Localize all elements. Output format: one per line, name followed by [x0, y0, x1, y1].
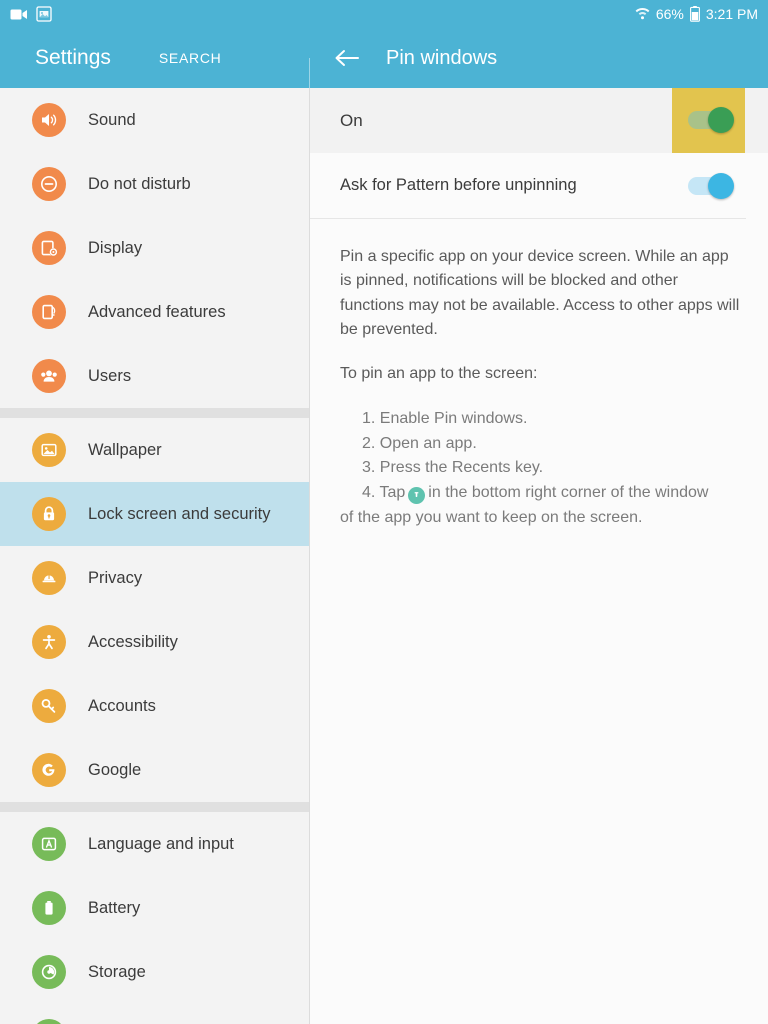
sidebar-group-1: Sound Do not disturb Display Advanced fe…: [0, 88, 309, 408]
sidebar-item-wallpaper[interactable]: Wallpaper: [0, 418, 309, 482]
sidebar-item-label: Display: [88, 238, 143, 257]
app-bar-left: Settings SEARCH: [0, 28, 310, 88]
step-item-four: 4. Tap in the bottom right corner of the …: [362, 481, 744, 506]
video-recorder-icon: [10, 8, 28, 21]
ask-for-pattern-toggle[interactable]: [688, 173, 734, 199]
sidebar-item-label: Do not disturb: [88, 174, 191, 193]
sidebar-item-label: Storage: [88, 962, 146, 981]
clock-label: 3:21 PM: [705, 6, 758, 22]
status-bar: 66% 3:21 PM: [0, 0, 768, 28]
language-icon: [32, 827, 66, 861]
sidebar-item-language-and-input[interactable]: Language and input: [0, 812, 309, 876]
display-icon: [32, 231, 66, 265]
pin-windows-detail-pane: On Ask for Pattern before unpinning Pin …: [310, 88, 768, 1024]
search-button[interactable]: SEARCH: [159, 50, 222, 66]
ask-for-pattern-row[interactable]: Ask for Pattern before unpinning: [310, 153, 746, 219]
master-switch-toggle-wrap[interactable]: [688, 107, 734, 133]
sidebar-item-label: Language and input: [88, 834, 234, 853]
sidebar-item-label: Google: [88, 760, 142, 779]
status-bar-right: 66% 3:21 PM: [635, 6, 758, 22]
pin-windows-master-switch-row[interactable]: On: [310, 88, 768, 153]
sidebar-item-privacy[interactable]: Privacy: [0, 546, 309, 610]
ask-for-pattern-toggle-wrap[interactable]: [688, 173, 734, 199]
toggle-knob: [708, 173, 734, 199]
sidebar-item-label: Wallpaper: [88, 440, 162, 459]
google-icon: [32, 753, 66, 787]
sidebar-item-sound[interactable]: Sound: [0, 88, 309, 152]
detail-page-title: Pin windows: [386, 46, 498, 69]
steps-heading: To pin an app to the screen:: [340, 365, 538, 383]
screenshot-icon: [36, 6, 52, 22]
privacy-icon: [32, 561, 66, 595]
sidebar-item-label: Accounts: [88, 696, 156, 715]
accessibility-icon: [32, 625, 66, 659]
step-four-suffix: in the bottom right corner of the window: [428, 484, 709, 502]
sidebar-item-accessibility[interactable]: Accessibility: [0, 610, 309, 674]
description-paragraph: Pin a specific app on your device screen…: [340, 248, 740, 338]
step-four-prefix: 4. Tap: [362, 484, 406, 502]
step-four-tail: of the app you want to keep on the scree…: [340, 509, 643, 527]
do-not-disturb-icon: [32, 167, 66, 201]
sidebar-item-label: Advanced features: [88, 302, 226, 321]
master-switch-toggle[interactable]: [688, 107, 734, 133]
sidebar-item-partial[interactable]: [0, 1004, 309, 1024]
battery-percent-label: 66%: [655, 6, 684, 22]
back-arrow-icon[interactable]: [332, 43, 362, 73]
sidebar-group-3: Language and input Battery Storage: [0, 812, 309, 1024]
sidebar-separator: [0, 408, 309, 418]
battery-settings-icon: [32, 891, 66, 925]
sidebar-item-do-not-disturb[interactable]: Do not disturb: [0, 152, 309, 216]
partial-item-icon: [32, 1019, 66, 1024]
key-icon: [32, 689, 66, 723]
sidebar-item-lock-screen-and-security[interactable]: Lock screen and security: [0, 482, 309, 546]
sidebar-item-storage[interactable]: Storage: [0, 940, 309, 1004]
storage-icon: [32, 955, 66, 989]
sidebar-item-label: Sound: [88, 110, 136, 129]
step-item: 2. Open an app.: [362, 434, 477, 452]
ask-for-pattern-label: Ask for Pattern before unpinning: [340, 176, 577, 194]
status-bar-left-icons: [10, 6, 52, 22]
wifi-icon: [635, 7, 650, 21]
app-bar-right: Pin windows: [310, 28, 768, 88]
sidebar-item-label: Privacy: [88, 568, 143, 587]
master-switch-label: On: [340, 110, 363, 130]
battery-icon: [689, 6, 700, 22]
sidebar-item-battery[interactable]: Battery: [0, 876, 309, 940]
settings-sidebar[interactable]: Sound Do not disturb Display Advanced fe…: [0, 88, 310, 1024]
page-title: Settings: [35, 46, 111, 69]
sidebar-item-label: Battery: [88, 898, 141, 917]
wallpaper-icon: [32, 433, 66, 467]
toggle-knob: [708, 107, 734, 133]
sidebar-item-accounts[interactable]: Accounts: [0, 674, 309, 738]
sidebar-separator: [0, 802, 309, 812]
sidebar-item-label: Lock screen and security: [88, 504, 271, 523]
step-item: 1. Enable Pin windows.: [362, 409, 528, 427]
sidebar-item-google[interactable]: Google: [0, 738, 309, 802]
sidebar-item-label: Accessibility: [88, 632, 178, 651]
sidebar-item-advanced-features[interactable]: Advanced features: [0, 280, 309, 344]
step-item: 3. Press the Recents key.: [362, 459, 544, 477]
users-icon: [32, 359, 66, 393]
app-bar: Settings SEARCH Pin windows: [0, 28, 768, 90]
pin-icon: [408, 487, 426, 505]
sound-icon: [32, 103, 66, 137]
advanced-features-icon: [32, 295, 66, 329]
sidebar-group-2: Wallpaper Lock screen and security Priva…: [0, 418, 309, 802]
sidebar-item-display[interactable]: Display: [0, 216, 309, 280]
sidebar-item-label: Users: [88, 366, 132, 385]
steps-list: 1. Enable Pin windows. 2. Open an app. 3…: [310, 407, 768, 507]
lock-icon: [32, 497, 66, 531]
sidebar-item-users[interactable]: Users: [0, 344, 309, 408]
description-block: Pin a specific app on your device screen…: [310, 219, 768, 387]
